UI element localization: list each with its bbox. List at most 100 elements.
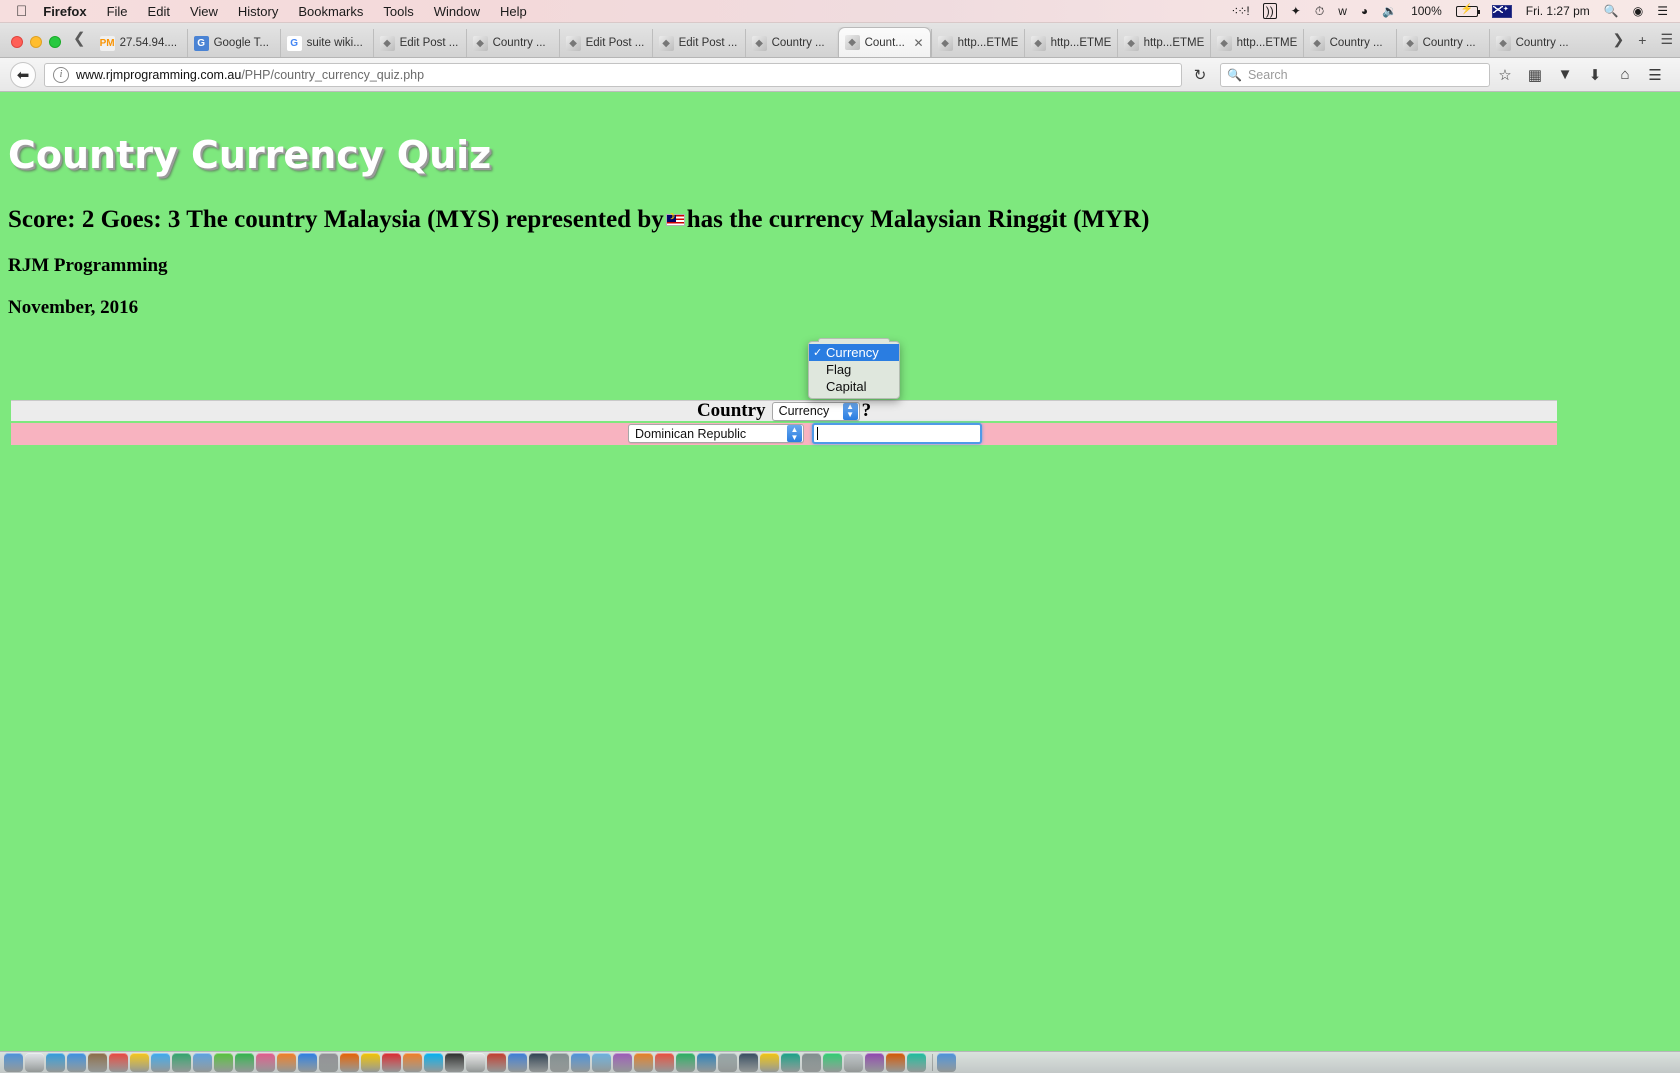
menu-item-view[interactable]: View <box>190 4 218 19</box>
menu-item-edit[interactable]: Edit <box>148 4 170 19</box>
ibooks-icon[interactable] <box>277 1053 296 1072</box>
menu-item-bookmarks[interactable]: Bookmarks <box>298 4 363 19</box>
browser-tab[interactable]: PMA 27.54.94.... <box>94 29 187 57</box>
tab-list-menu-icon[interactable]: ☰ <box>1653 31 1680 48</box>
close-icon[interactable]: ✕ <box>909 36 924 50</box>
url-bar[interactable]: i www.rjmprogramming.com.au/PHP/country_… <box>44 62 1182 87</box>
minimize-window-button[interactable] <box>30 36 42 48</box>
browser-tab[interactable]: ◆ http...ETME <box>930 29 1024 57</box>
browser-tab[interactable]: Gsuite wiki... <box>279 29 373 57</box>
messages-icon[interactable] <box>214 1053 233 1072</box>
launchpad-icon[interactable] <box>25 1053 44 1072</box>
close-window-button[interactable] <box>11 36 23 48</box>
trash-icon[interactable] <box>937 1053 956 1072</box>
imovie-icon[interactable] <box>613 1053 632 1072</box>
star-icon[interactable]: ☆ <box>1490 66 1520 84</box>
contacts-icon[interactable] <box>88 1053 107 1072</box>
activitymonitor-icon[interactable] <box>823 1053 842 1072</box>
new-tab-button[interactable]: + <box>1631 32 1653 48</box>
siri-icon[interactable]: ◉ <box>1633 4 1643 18</box>
browser-tab[interactable]: ◆ Edit Post ... <box>558 29 652 57</box>
browser-tab[interactable]: ◆ Country ... <box>1395 29 1489 57</box>
menu-item-window[interactable]: Window <box>434 4 480 19</box>
zoom-window-button[interactable] <box>49 36 61 48</box>
itunes-icon[interactable] <box>256 1053 275 1072</box>
dots-icon[interactable]: ⁖⁘! <box>1231 4 1249 18</box>
browser-tab[interactable]: ◆ Edit Post ... <box>372 29 466 57</box>
australia-flag-icon[interactable] <box>1491 4 1512 18</box>
wifi-icon[interactable]: ◕ <box>1361 4 1368 18</box>
browser-tab[interactable]: ◆ Edit Post ... <box>651 29 745 57</box>
browser-tab[interactable]: ◆ Country ... <box>744 29 838 57</box>
console-icon[interactable] <box>844 1053 863 1072</box>
battery-charging-icon[interactable]: ⚡ <box>1455 4 1480 17</box>
notification-center-icon[interactable]: ☰ <box>1657 4 1668 18</box>
textedit-icon[interactable] <box>466 1053 485 1072</box>
filezilla-icon[interactable] <box>487 1053 506 1072</box>
preferences-icon[interactable] <box>319 1053 338 1072</box>
dictionary-icon[interactable] <box>739 1053 758 1072</box>
menu-item-firefox[interactable]: Firefox <box>43 4 86 19</box>
facetime-icon[interactable] <box>235 1053 254 1072</box>
download-icon[interactable]: ⬇ <box>1580 66 1610 84</box>
mail-icon[interactable] <box>67 1053 86 1072</box>
time-machine-icon[interactable]: ⏱ <box>1315 4 1324 19</box>
quicktime-icon[interactable] <box>571 1053 590 1072</box>
info-icon[interactable]: i <box>53 66 69 83</box>
chess-icon[interactable] <box>781 1053 800 1072</box>
menu-item-history[interactable]: History <box>238 4 278 19</box>
appstore-icon[interactable] <box>298 1053 317 1072</box>
apple-icon[interactable]:  <box>16 4 27 19</box>
firefox-icon[interactable] <box>340 1053 359 1072</box>
quiz-type-dropdown-menu[interactable]: ✓ Currency Flag Capital <box>808 338 900 399</box>
browser-tab[interactable]: ◆ Country ... <box>1488 29 1582 57</box>
browser-tab-active[interactable]: ◆ Count... ✕ <box>837 27 931 57</box>
spotlight-search-icon[interactable]: 🔍 <box>1604 4 1619 18</box>
home-icon[interactable]: ⌂ <box>1610 66 1640 83</box>
calculator-icon[interactable] <box>718 1053 737 1072</box>
keynote-icon[interactable] <box>697 1053 716 1072</box>
pocket-icon[interactable]: ▼ <box>1550 66 1580 83</box>
back-arrow-icon[interactable]: ⬅ <box>10 61 36 88</box>
tab-scroll-left-icon[interactable]: ❮ <box>71 29 94 57</box>
browser-tab[interactable]: ◆ http...ETME <box>1209 29 1303 57</box>
calendar-icon[interactable] <box>109 1053 128 1072</box>
script-editor-icon[interactable] <box>907 1053 926 1072</box>
airplay-icon[interactable]: )) <box>1262 3 1277 19</box>
maps-icon[interactable] <box>172 1053 191 1072</box>
safari-icon[interactable] <box>46 1053 65 1072</box>
menu-item-tools[interactable]: Tools <box>383 4 413 19</box>
diskutility-icon[interactable] <box>865 1053 884 1072</box>
country-select[interactable]: Dominican Republic ▲ ▼ <box>628 424 804 443</box>
skype-icon[interactable] <box>424 1053 443 1072</box>
preview-icon[interactable] <box>592 1053 611 1072</box>
numbers-icon[interactable] <box>676 1053 695 1072</box>
grab-icon[interactable] <box>886 1053 905 1072</box>
opera-icon[interactable] <box>382 1053 401 1072</box>
reminders-icon[interactable] <box>151 1053 170 1072</box>
volume-icon[interactable]: 🔉 <box>1382 4 1397 18</box>
browser-tab[interactable]: ◆ http...ETME <box>1116 29 1210 57</box>
tab-scroll-right-icon[interactable]: ❯ <box>1606 31 1632 48</box>
menu-item-help[interactable]: Help <box>500 4 527 19</box>
answer-input[interactable] <box>812 423 982 444</box>
garageband-icon[interactable] <box>634 1053 653 1072</box>
quiz-type-select[interactable]: Currency ▲ ▼ <box>771 401 860 421</box>
dropdown-option-capital[interactable]: Capital <box>809 378 899 395</box>
xcode-icon[interactable] <box>508 1053 527 1072</box>
photos-icon[interactable] <box>193 1053 212 1072</box>
hamburger-menu-icon[interactable]: ☰ <box>1640 66 1670 84</box>
notes-icon[interactable] <box>130 1053 149 1072</box>
browser-tab[interactable]: ◆ http...ETME <box>1023 29 1117 57</box>
terminal-icon[interactable] <box>445 1053 464 1072</box>
reload-icon[interactable]: ↻ <box>1186 66 1214 84</box>
dashboard-icon[interactable] <box>529 1053 548 1072</box>
browser-tab[interactable]: ◆ Country ... <box>465 29 559 57</box>
timemachine-icon[interactable] <box>802 1053 821 1072</box>
search-input[interactable]: 🔍 Search <box>1220 62 1490 87</box>
vlc-icon[interactable] <box>403 1053 422 1072</box>
automator-icon[interactable] <box>550 1053 569 1072</box>
dropbox-icon[interactable]: ✦ <box>1291 4 1301 18</box>
browser-tab[interactable]: ◆ Country ... <box>1302 29 1396 57</box>
finder-icon[interactable] <box>4 1053 23 1072</box>
